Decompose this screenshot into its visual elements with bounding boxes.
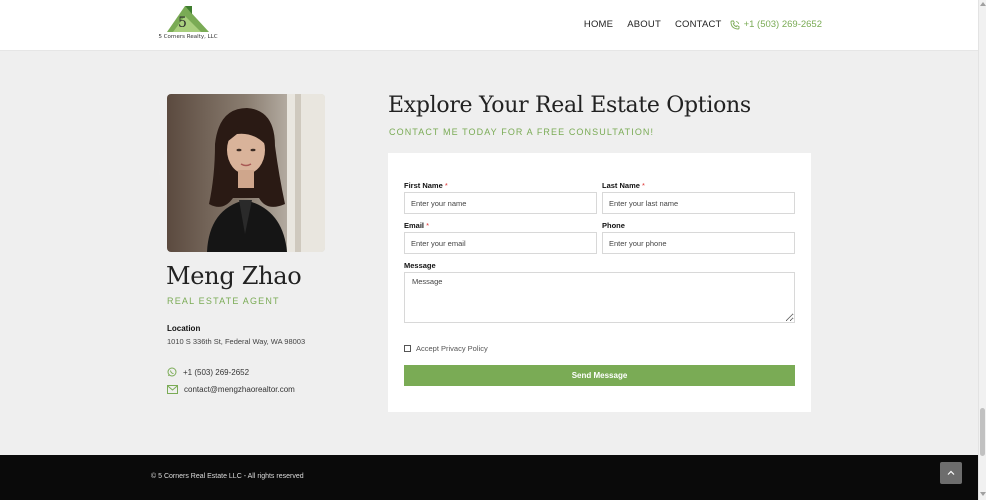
agent-photo [167, 94, 325, 252]
site-footer: © 5 Corners Real Estate LLC - All rights… [0, 455, 978, 500]
agent-email-link[interactable]: contact@mengzhaorealtor.com [167, 385, 295, 394]
first-name-label: First Name * [404, 181, 448, 190]
email-input[interactable] [404, 232, 597, 254]
location-label: Location [167, 324, 201, 333]
chevron-up-icon [947, 470, 955, 475]
nav-about[interactable]: ABOUT [627, 19, 661, 30]
first-name-label-text: First Name [404, 181, 443, 190]
form-heading: Explore Your Real Estate Options [388, 93, 751, 118]
logo-house-icon: 5 [167, 6, 209, 32]
email-label: Email * [404, 221, 429, 230]
agent-email-text: contact@mengzhaorealtor.com [184, 385, 295, 394]
phone-input[interactable] [602, 232, 795, 254]
site-header: 5 5 Corners Realty, LLC HOME ABOUT CONTA… [0, 0, 978, 51]
scroll-up-arrow[interactable] [980, 2, 986, 6]
nav-phone-text: +1 (503) 269-2652 [743, 19, 822, 30]
required-mark: * [444, 181, 448, 190]
last-name-input[interactable] [602, 192, 795, 214]
contact-form: First Name * Last Name * Email * Phone M… [388, 153, 811, 412]
message-label: Message [404, 261, 436, 270]
privacy-label: Accept Privacy Policy [416, 344, 488, 353]
whatsapp-icon [167, 367, 177, 377]
message-textarea[interactable] [404, 272, 795, 323]
phone-label: Phone [602, 221, 625, 230]
phone-icon [730, 20, 740, 29]
logo-text: 5 Corners Realty, LLC [158, 34, 218, 40]
agent-title: REAL ESTATE AGENT [167, 296, 280, 306]
agent-phone-link[interactable]: +1 (503) 269-2652 [167, 367, 249, 377]
scroll-thumb[interactable] [980, 408, 985, 456]
send-message-button[interactable]: Send Message [404, 365, 795, 386]
first-name-input[interactable] [404, 192, 597, 214]
email-label-text: Email [404, 221, 425, 230]
agent-name: Meng Zhao [166, 262, 302, 290]
nav-contact[interactable]: CONTACT [675, 19, 722, 30]
page-scrollbar[interactable] [978, 0, 986, 500]
agent-phone-text: +1 (503) 269-2652 [183, 367, 250, 377]
privacy-policy-row[interactable]: Accept Privacy Policy [404, 344, 488, 353]
form-subheading: CONTACT ME TODAY FOR A FREE CONSULTATION… [389, 127, 655, 137]
last-name-label: Last Name * [602, 181, 645, 190]
phone-label-text: Phone [602, 221, 625, 230]
message-label-text: Message [404, 261, 436, 270]
scroll-to-top-button[interactable] [940, 462, 962, 484]
nav-home[interactable]: HOME [584, 19, 613, 30]
scroll-down-arrow[interactable] [980, 492, 986, 496]
location-value: 1010 S 336th St, Federal Way, WA 98003 [167, 337, 306, 346]
privacy-checkbox[interactable] [404, 345, 411, 352]
contact-section: Meng Zhao REAL ESTATE AGENT Location 101… [0, 52, 978, 455]
footer-copyright: © 5 Corners Real Estate LLC - All rights… [151, 473, 304, 480]
logo[interactable]: 5 5 Corners Realty, LLC [156, 2, 226, 46]
last-name-label-text: Last Name [602, 181, 640, 190]
main-nav: HOME ABOUT CONTACT +1 (503) 269-2652 [570, 19, 822, 30]
required-mark: * [426, 221, 430, 230]
required-mark: * [642, 181, 645, 190]
svg-text:5: 5 [178, 15, 187, 31]
nav-phone-link[interactable]: +1 (503) 269-2652 [730, 19, 822, 30]
envelope-icon [167, 385, 178, 394]
